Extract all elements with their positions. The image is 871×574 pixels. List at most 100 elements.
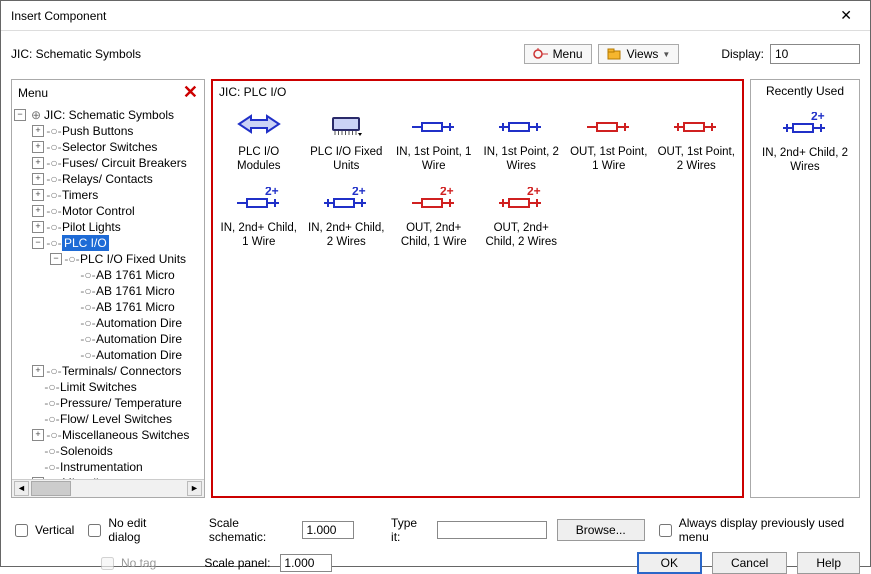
tree-item[interactable]: PLC I/O Fixed Units [80,251,186,267]
type-it-input[interactable] [437,521,547,539]
symbol-label: OUT, 2nd+ Child, 2 Wires [482,221,562,249]
vertical-checkbox[interactable]: Vertical [11,521,74,540]
symbol-plc-fixed[interactable]: PLC I/O Fixed Units [305,105,389,177]
node-icon: -○- [46,235,62,251]
expand-icon[interactable]: + [32,205,44,217]
tree-root-label[interactable]: JIC: Schematic Symbols [44,107,174,123]
views-button-label: Views [627,47,659,61]
window-close-button[interactable]: ✕ [832,5,860,26]
tree-item[interactable]: Selector Switches [62,139,157,155]
scroll-right-icon[interactable]: ► [187,481,202,496]
scale-schematic-input[interactable] [302,521,354,539]
symbol-in-1-2[interactable]: IN, 1st Point, 2 Wires [480,105,564,177]
double-arrow-blue-icon [235,109,283,139]
symbol-out-2-2[interactable]: 2+OUT, 2nd+ Child, 2 Wires [480,181,564,253]
box-blue-icon [410,109,458,139]
schematic-icon: ⊕ [28,107,44,123]
always-display-checkbox[interactable]: Always display previously used menu [655,516,860,544]
symbol-out-2-1[interactable]: 2+ OUT, 2nd+ Child, 1 Wire [392,181,476,253]
chip-blue-icon [322,109,370,139]
symbol-plc-modules[interactable]: PLC I/O Modules [217,105,301,177]
collapse-icon[interactable]: − [32,237,44,249]
display-label: Display: [721,47,764,61]
symbol-label: OUT, 1st Point, 2 Wires [657,145,737,173]
tree-item[interactable]: Pressure/ Temperature [60,395,182,411]
menu-panel: Menu ✕ −⊕JIC: Schematic Symbols +-○-Push… [11,79,205,498]
box-red-2-icon [672,109,720,139]
tree-item[interactable]: Fuses/ Circuit Breakers [62,155,187,171]
symbol-in-2-1[interactable]: 2+IN, 2nd+ Child, 1 Wire [217,181,301,253]
node-icon: -○- [46,363,62,379]
scale-panel-input[interactable] [280,554,332,572]
footer: Vertical No edit dialog Scale schematic:… [1,508,870,566]
tree-item[interactable]: Instrumentation [60,459,143,475]
type-it-label: Type it: [391,516,427,544]
ok-button[interactable]: OK [637,552,702,574]
tree-item[interactable]: Automation Dire [96,347,182,363]
expand-icon[interactable]: + [32,141,44,153]
collapse-icon[interactable]: − [14,109,26,121]
expand-icon[interactable]: + [32,157,44,169]
menu-button[interactable]: Menu [524,44,592,64]
node-icon: -○- [46,155,62,171]
symbol-label: PLC I/O Fixed Units [307,145,387,173]
tree-item[interactable]: Automation Dire [96,315,182,331]
expand-icon[interactable]: + [32,173,44,185]
box-red-icon [585,109,633,139]
folder-icon [607,48,623,60]
tree-item[interactable]: Push Buttons [62,123,133,139]
cancel-button[interactable]: Cancel [712,552,787,574]
collapse-icon[interactable]: − [50,253,62,265]
tree-item-selected[interactable]: PLC I/O [62,235,109,251]
symbol-in-1-1[interactable]: IN, 1st Point, 1 Wire [392,105,476,177]
views-button[interactable]: Views ▼ [598,44,680,64]
symbol-label: OUT, 2nd+ Child, 1 Wire [394,221,474,249]
no-edit-checkbox[interactable]: No edit dialog [84,516,174,544]
scroll-thumb[interactable] [31,481,71,496]
symbol-out-1-1[interactable]: OUT, 1st Point, 1 Wire [567,105,651,177]
browse-button[interactable]: Browse... [557,519,645,541]
node-icon: -○- [80,299,96,315]
tree-item[interactable]: Relays/ Contacts [62,171,153,187]
expand-icon[interactable]: + [32,125,44,137]
box-red-2plus-icon: 2+ [410,185,458,215]
tree-item[interactable]: AB 1761 Micro [96,267,175,283]
expand-icon[interactable]: + [32,429,44,441]
tree-item[interactable]: Flow/ Level Switches [60,411,172,427]
symbol-label: OUT, 1st Point, 1 Wire [569,145,649,173]
expand-icon[interactable]: + [32,189,44,201]
symbol-out-1-2[interactable]: OUT, 1st Point, 2 Wires [655,105,739,177]
tree-item[interactable]: Automation Dire [96,331,182,347]
recent-item[interactable]: 2+ IN, 2nd+ Child, 2 Wires [755,110,855,174]
display-input[interactable] [770,44,860,64]
no-tag-checkbox: No tag [97,554,156,573]
tree-item[interactable]: Solenoids [60,443,113,459]
tree-item[interactable]: AB 1761 Micro [96,283,175,299]
node-icon: -○- [46,171,62,187]
node-icon: -○- [46,123,62,139]
tree-item[interactable]: Limit Switches [60,379,137,395]
svg-text:2+: 2+ [265,187,279,198]
recent-item-label: IN, 2nd+ Child, 2 Wires [755,146,855,174]
tree-item[interactable]: Pilot Lights [62,219,121,235]
node-icon: -○- [46,139,62,155]
tree-item[interactable]: Miscellaneous Switches [62,427,189,443]
menu-panel-title-row: Menu ✕ [12,80,204,105]
tree-item[interactable]: Terminals/ Connectors [62,363,181,379]
tree-item[interactable]: Motor Control [62,203,135,219]
tree-hscrollbar[interactable]: ◄ ► [12,479,204,497]
node-icon: -○- [46,219,62,235]
menu-tree[interactable]: −⊕JIC: Schematic Symbols +-○-Push Button… [12,105,204,479]
expand-icon[interactable]: + [32,221,44,233]
node-icon: -○- [80,315,96,331]
expand-icon[interactable]: + [32,365,44,377]
tree-item[interactable]: AB 1761 Micro [96,299,175,315]
symbol-in-2-2[interactable]: 2+IN, 2nd+ Child, 2 Wires [305,181,389,253]
help-button[interactable]: Help [797,552,860,574]
scale-panel-label: Scale panel: [204,556,270,570]
menu-close-icon[interactable]: ✕ [183,82,198,103]
scroll-left-icon[interactable]: ◄ [14,481,29,496]
tree-item[interactable]: Timers [62,187,98,203]
symbol-label: IN, 1st Point, 1 Wire [394,145,474,173]
svg-text:2+: 2+ [811,112,825,123]
